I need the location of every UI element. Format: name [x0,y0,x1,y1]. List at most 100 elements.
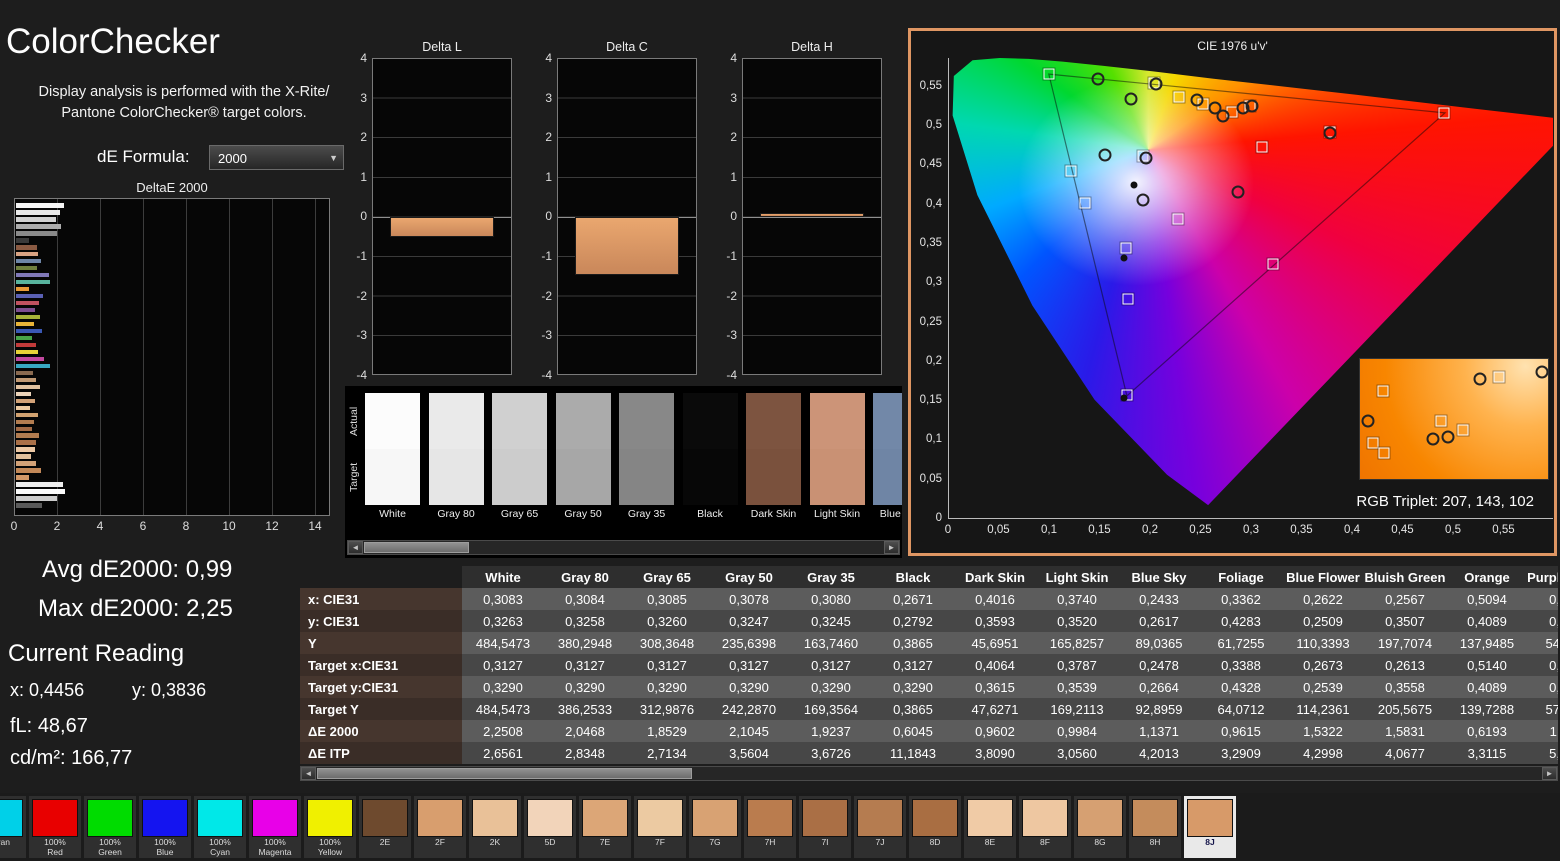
de-formula-label: dE Formula: [97,147,190,166]
inset-target-marker [1435,415,1447,427]
y-axis-tick: 0,3 [926,276,942,289]
patch-tile-100-blue[interactable]: 100% Blue [139,796,191,858]
patch-tile-7i[interactable]: 7I [799,796,851,858]
patch-label-line1: 100% [319,838,341,847]
delta-e-bar [16,230,58,236]
x-axis-tick: 0,25 [1189,524,1212,536]
color-chip [857,799,903,837]
patch-tile-2k[interactable]: 2K [469,796,521,858]
table-cell: 0,3787 [1036,654,1118,676]
patch-selector-bar: Cyan100%Red100%Green100%Blue100%Cyan100%… [0,796,1239,858]
patch-tile-100-cyan[interactable]: 100% Cyan [194,796,246,858]
patch-tile-8h[interactable]: 8H [1129,796,1181,858]
patch-label-line2: 7I [821,838,829,847]
patch-label-line2: Cyan [210,847,230,857]
table-cell: 386,2533 [544,698,626,720]
patch-tile-100-red[interactable]: 100% Red [29,796,81,858]
delta-e-bar [16,391,32,397]
cd-value: 166,77 [71,747,133,769]
delta-e-bar [16,412,38,418]
table-cell: 242,2870 [708,698,790,720]
patch-tile-7f[interactable]: 7F [634,796,686,858]
x-axis-tick: 0 [944,524,952,536]
patch-tile-8d[interactable]: 8D [909,796,961,858]
patch-tile-8j[interactable]: 8J [1184,796,1236,858]
color-chip [362,799,408,837]
patch-label-line2: 7E [599,838,611,847]
swatch-actual [365,393,420,449]
y-axis-tick: -3 [726,328,737,343]
table-scrollbar[interactable]: ◄ ► [300,766,1558,781]
scroll-left-icon[interactable]: ◄ [348,541,363,554]
swatch-label: Black [697,508,723,520]
avg-value: 0,99 [185,556,233,583]
description-line1: Display analysis is performed with the X… [38,84,330,100]
table-cell: 0,3127 [626,654,708,676]
column-header: Gray 65 [626,566,708,588]
column-header: White [462,566,544,588]
x-axis-tick: 14 [308,519,322,533]
y-axis-tick: 4 [545,51,552,65]
target-row-label: Target [348,462,360,492]
x-axis-tick: 0,15 [1088,524,1111,536]
table-cell: 0,3260 [626,610,708,632]
swatch-strip-scrollbar[interactable]: ◄ ► [347,540,900,555]
patch-tile-7g[interactable]: 7G [689,796,741,858]
table-cell: 0,2478 [1118,654,1200,676]
cie-x-axis: 0 0,05 0,1 0,15 0,2 0,25 0,3 0,35 0,4 0,45 0,5 0,55 [944,524,1553,538]
table-cell: 0,4016 [954,588,1036,610]
column-header: Gray 35 [790,566,872,588]
patch-tile-cyan[interactable]: Cyan [0,796,26,858]
column-header: Light Skin [1036,566,1118,588]
patch-tile-8e[interactable]: 8E [964,796,1016,858]
patch-tile-8f[interactable]: 8F [1019,796,1071,858]
swatch-target [873,449,902,505]
de-formula-dropdown[interactable]: 2000 ▼ [209,145,344,170]
fl-value: 48,67 [37,715,88,737]
patch-tile-2f[interactable]: 2F [414,796,466,858]
table-cell: 0,3083 [462,588,544,610]
cie-y-axis: 0,55 0,5 0,45 0,4 0,35 0,3 0,25 0,2 0,15 0,1 0,05 0 [911,58,944,524]
row-label: x: CIE31 [300,588,462,610]
table-cell: 0,3084 [544,588,626,610]
measurement-marker [1323,126,1337,140]
y-axis-tick: -2 [541,288,552,303]
scrollbar-track[interactable] [363,541,884,554]
patch-tile-100-green[interactable]: 100% Green [84,796,136,858]
scrollbar-track[interactable] [316,767,1542,780]
delta-e-bar [16,335,33,341]
column-header: Bluish Green [1364,566,1446,588]
scroll-right-icon[interactable]: ► [1542,767,1557,780]
table-cell: 0,2664 [1118,676,1200,698]
patch-tile-8g[interactable]: 8G [1074,796,1126,858]
table-cell: 0,3127 [790,654,872,676]
delta-e-bar [16,475,29,480]
scroll-right-icon[interactable]: ► [884,541,899,554]
table-cell: 1,5831 [1364,720,1446,742]
swatch-strip: Actual Target White Gray 80 Gray 65 Gray 50… [345,386,902,558]
patch-tile-7e[interactable]: 7E [579,796,631,858]
scroll-left-icon[interactable]: ◄ [301,767,316,780]
patch-label-line2: 7G [709,838,721,847]
delta-e-bar [16,405,30,411]
delta-chart-plot [372,58,512,375]
table-cell: 308,3648 [626,632,708,654]
scrollbar-thumb[interactable] [317,768,692,779]
patch-tile-7h[interactable]: 7H [744,796,796,858]
y-axis-tick: -4 [726,367,737,382]
max-de2000: Max dE2000: 2,25 [38,595,233,623]
patch-tile-5d[interactable]: 5D [524,796,576,858]
table-cell: 0,4089 [1446,676,1528,698]
delta-chart-h: Delta H 4 3 2 1 0 -1 -2 -3 -4 [712,40,884,385]
avg-label: Avg dE2000: [42,556,180,583]
y-axis-tick: 1 [545,169,552,184]
patch-tile-2e[interactable]: 2E [359,796,411,858]
patch-label-line2: Magenta [258,847,292,857]
patch-label-line2: 2F [435,838,445,847]
patch-tile-7j[interactable]: 7J [854,796,906,858]
patch-tile-100-magenta[interactable]: 100% Magenta [249,796,301,858]
scrollbar-thumb[interactable] [364,542,469,553]
patch-tile-100-yellow[interactable]: 100% Yellow [304,796,356,858]
patch-label-line2: 2E [379,838,391,847]
column-header: Blue Flower [1282,566,1364,588]
